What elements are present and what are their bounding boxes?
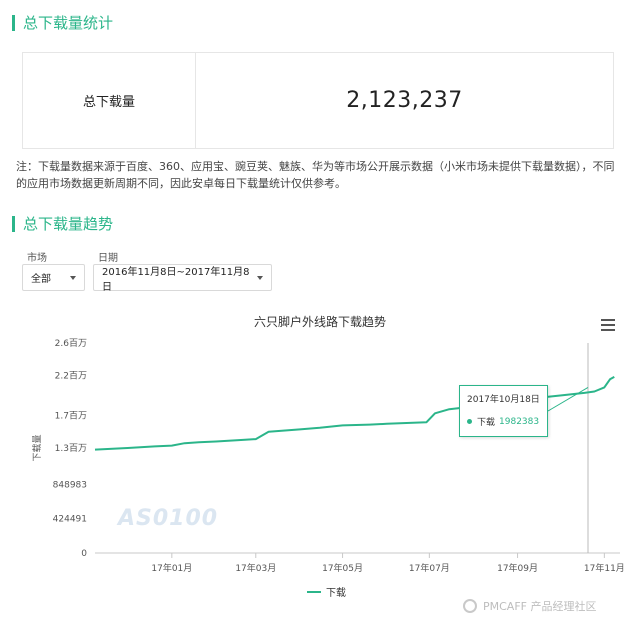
y-axis-title: 下载量 [31,434,43,461]
y-tick-label: 424491 [53,515,87,525]
tooltip-date: 2017年10月18日 [467,395,540,405]
x-tick-label: 17年05月 [322,562,363,574]
download-trend-chart: 0 424491 848983 1.3百万 1.7百万 2.2百万 2.6百万 17年01月 1… [31,338,625,574]
tooltip-connector [547,386,589,412]
tooltip-series-name: 下载 [477,418,496,428]
y-tick-label: 1.3百万 [55,443,87,454]
x-tick-label: 17年01月 [151,562,192,574]
x-tick-label: 17年07月 [409,562,450,574]
chart-legend-item[interactable]: 下载 [307,584,346,599]
brand-footer: PMCAFF 产品经理社区 [463,598,596,614]
brand-logo-icon [463,599,477,613]
series-dot-icon [467,419,472,424]
tooltip-row: 下载 1982383 [467,415,540,428]
y-tick-label: 848983 [53,480,87,490]
x-tick-label: 17年03月 [235,562,276,574]
x-tick-label: 17年09月 [497,562,538,574]
y-tick-label: 0 [81,549,87,559]
legend-label: 下载 [326,588,346,599]
legend-line-icon [307,590,321,593]
y-tick-label: 1.7百万 [55,411,87,422]
y-tick-label: 2.6百万 [55,338,87,349]
x-tick-label: 17年11月 [584,562,625,574]
brand-text: PMCAFF 产品经理社区 [483,600,597,613]
chart-tooltip: 2017年10月18日 下载 1982383 [459,385,548,437]
tooltip-series-value: 1982383 [499,416,540,427]
y-tick-label: 2.2百万 [55,370,87,381]
